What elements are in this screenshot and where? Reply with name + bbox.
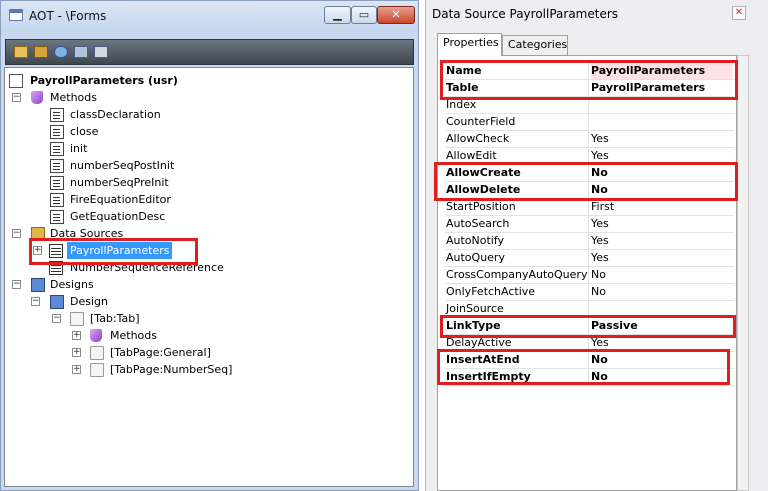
tree-label: [Tab:Tab] xyxy=(90,312,140,325)
collapse-icon[interactable]: − xyxy=(52,314,61,323)
vertical-scrollbar[interactable] xyxy=(737,55,749,491)
property-value[interactable]: No xyxy=(591,284,733,300)
maximize-button[interactable]: ▭ xyxy=(351,6,377,24)
tree-label: Design xyxy=(70,295,108,308)
property-value[interactable] xyxy=(591,114,733,130)
highlight-box xyxy=(437,349,730,385)
collapse-icon[interactable]: − xyxy=(12,93,21,102)
window-icon xyxy=(9,9,23,21)
close-icon[interactable]: ✕ xyxy=(732,6,746,20)
grid-icon[interactable] xyxy=(94,46,108,58)
method-icon xyxy=(50,159,64,173)
tree-label: [TabPage:General] xyxy=(110,346,211,359)
property-value[interactable]: No xyxy=(591,267,733,283)
aot-titlebar[interactable]: AOT - \Forms ▁ ▭ ✕ xyxy=(1,1,418,31)
compile-icon[interactable] xyxy=(54,46,68,58)
property-row[interactable]: CrossCompanyAutoQuery No xyxy=(445,267,734,284)
property-name: CrossCompanyAutoQuery xyxy=(446,267,589,283)
tree-label: numberSeqPreInit xyxy=(70,176,169,189)
property-name: AutoQuery xyxy=(445,250,589,266)
tree-label: init xyxy=(70,142,88,155)
tree-label: GetEquationDesc xyxy=(70,210,166,223)
highlight-box xyxy=(440,60,738,100)
tab-categories[interactable]: Categories xyxy=(502,35,568,55)
tree-label: FireEquationEditor xyxy=(70,193,171,206)
tab-icon xyxy=(70,312,84,326)
method-icon xyxy=(50,176,64,190)
form-icon xyxy=(9,74,23,88)
tree-label: Methods xyxy=(50,91,97,104)
tree-label: numberSeqPostInit xyxy=(70,159,175,172)
property-row[interactable]: CounterField xyxy=(445,114,734,131)
minimize-button[interactable]: ▁ xyxy=(324,6,351,24)
property-value[interactable]: Yes xyxy=(591,250,733,266)
property-value[interactable]: First xyxy=(591,199,733,215)
property-row[interactable]: AllowCheck Yes xyxy=(445,131,734,148)
property-row[interactable]: AutoSearch Yes xyxy=(445,216,734,233)
property-value[interactable]: Yes xyxy=(591,131,733,147)
tree-label: [TabPage:NumberSeq] xyxy=(110,363,233,376)
property-value[interactable]: Yes xyxy=(591,233,733,249)
close-button[interactable]: ✕ xyxy=(377,6,415,24)
property-name: AutoSearch xyxy=(445,216,589,232)
property-name: OnlyFetchActive xyxy=(445,284,589,300)
property-row[interactable]: OnlyFetchActive No xyxy=(445,284,734,301)
highlight-box xyxy=(29,238,198,265)
tree-label: close xyxy=(70,125,99,138)
property-value[interactable]: Yes xyxy=(591,216,733,232)
method-icon xyxy=(50,125,64,139)
property-name: AutoNotify xyxy=(445,233,589,249)
aot-toolbar xyxy=(5,39,414,65)
properties-window-title: Data Source PayrollParameters xyxy=(432,7,619,21)
property-row[interactable]: StartPosition First xyxy=(445,199,734,216)
open-folder-icon[interactable] xyxy=(14,46,28,58)
properties-icon[interactable] xyxy=(34,46,48,58)
tree-label: classDeclaration xyxy=(70,108,161,121)
save-icon[interactable] xyxy=(74,46,88,58)
method-icon xyxy=(50,108,64,122)
highlight-box xyxy=(440,315,736,338)
tabpage-icon xyxy=(90,346,104,360)
collapse-icon[interactable]: − xyxy=(12,280,21,289)
expand-icon[interactable]: + xyxy=(72,365,81,374)
tree-label: Methods xyxy=(110,329,157,342)
property-name: StartPosition xyxy=(445,199,589,215)
method-icon xyxy=(50,193,64,207)
methods-icon xyxy=(90,329,102,342)
tabpage-icon xyxy=(90,363,104,377)
highlight-box xyxy=(434,162,738,201)
property-name: AllowCheck xyxy=(445,131,589,147)
method-icon xyxy=(50,210,64,224)
property-name: CounterField xyxy=(445,114,589,130)
property-row[interactable]: AutoQuery Yes xyxy=(445,250,734,267)
collapse-icon[interactable]: − xyxy=(12,229,21,238)
tab-properties[interactable]: Properties xyxy=(437,33,502,56)
tree-root-label: PayrollParameters (usr) xyxy=(30,74,178,87)
methods-icon xyxy=(31,91,43,104)
design-icon xyxy=(50,295,64,309)
expand-icon[interactable]: + xyxy=(72,331,81,340)
property-row[interactable]: AutoNotify Yes xyxy=(445,233,734,250)
method-icon xyxy=(50,142,64,156)
tree-label: Designs xyxy=(50,278,94,291)
expand-icon[interactable]: + xyxy=(72,348,81,357)
aot-window-title: AOT - \Forms xyxy=(29,9,107,23)
collapse-icon[interactable]: − xyxy=(31,297,40,306)
designs-icon xyxy=(31,278,45,292)
